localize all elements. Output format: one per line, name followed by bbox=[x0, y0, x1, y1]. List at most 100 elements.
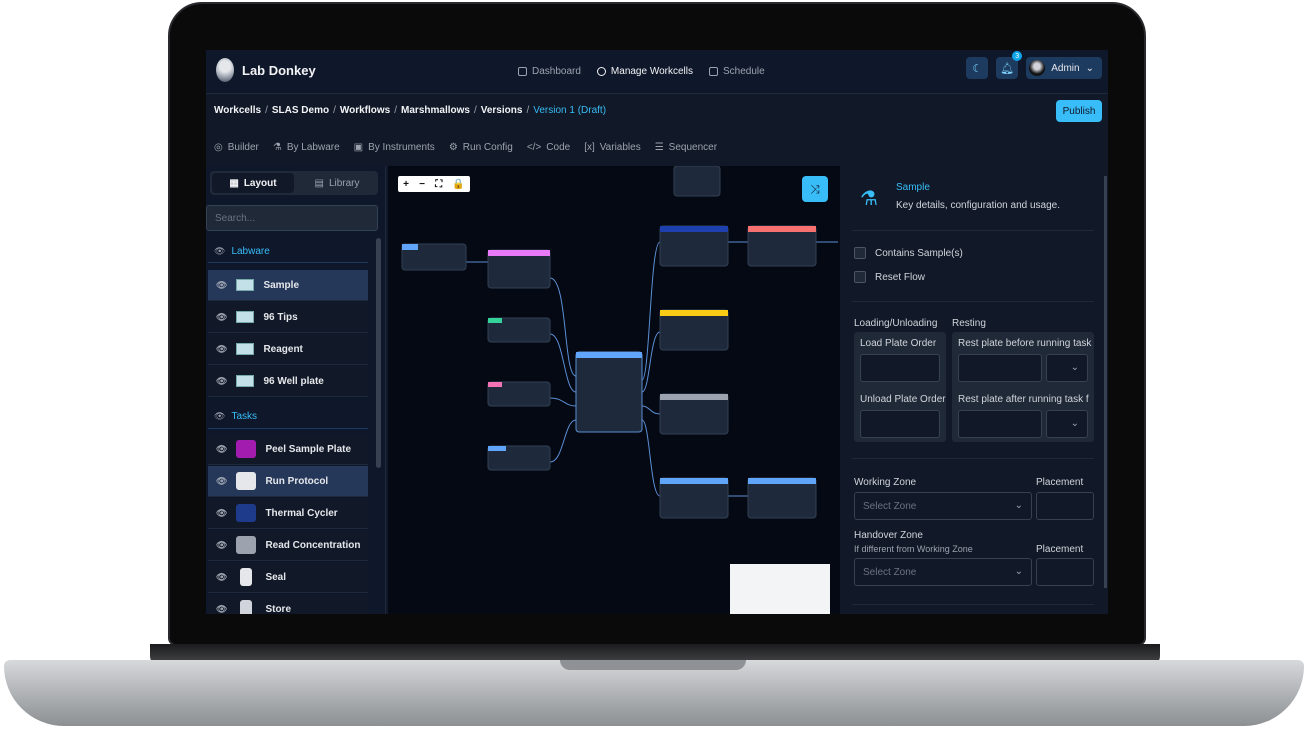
breadcrumb-versions[interactable]: Versions bbox=[481, 105, 523, 116]
tab-layout[interactable]: ▦ Layout bbox=[212, 173, 294, 193]
avatar bbox=[1029, 60, 1046, 76]
notifications-button[interactable]: 🔔︎ 3 bbox=[996, 51, 1023, 79]
tasks-heading[interactable]: 👁︎ Tasks bbox=[214, 411, 257, 422]
nav-schedule[interactable]: Schedule bbox=[709, 66, 765, 77]
left-sidebar: ▦ Layout ▤ Library Search... 👁︎ Labware 👁︎… bbox=[206, 166, 386, 614]
checkbox[interactable] bbox=[854, 271, 866, 283]
task-item-thermal-cycler[interactable]: 👁︎ Thermal Cycler bbox=[208, 498, 368, 529]
contains-samples-checkbox[interactable]: Contains Sample(s) bbox=[854, 247, 963, 259]
eye-icon[interactable]: 👁︎ bbox=[216, 312, 227, 323]
tab-sequencer[interactable]: ☰ Sequencer bbox=[655, 142, 717, 153]
eye-icon[interactable]: 👁︎ bbox=[216, 280, 227, 291]
divider bbox=[852, 458, 1094, 459]
sealer-icon bbox=[240, 568, 253, 586]
labware-item-reagent[interactable]: 👁︎ Reagent bbox=[208, 334, 368, 365]
eye-icon[interactable]: 👁︎ bbox=[216, 604, 227, 615]
workflow-graph bbox=[401, 165, 838, 519]
reset-flow-checkbox[interactable]: Reset Flow bbox=[854, 271, 925, 283]
working-zone-label: Working Zone bbox=[854, 477, 917, 488]
load-plate-order-label: Load Plate Order bbox=[860, 338, 937, 349]
thermal-cycler-icon bbox=[236, 504, 257, 522]
rest-before-unit-select[interactable]: ⌄ bbox=[1046, 354, 1088, 382]
main-nav: Dashboard Manage Workcells Schedule bbox=[518, 66, 765, 77]
eye-icon[interactable]: 👁︎ bbox=[216, 376, 227, 387]
handover-zone-select[interactable]: Select Zone ⌄ bbox=[854, 558, 1032, 586]
plate-icon bbox=[236, 343, 255, 355]
tab-by-labware[interactable]: ⚗ By Labware bbox=[273, 142, 340, 153]
eye-icon: 👁︎ bbox=[214, 411, 226, 421]
tab-code[interactable]: </> Code bbox=[527, 142, 570, 153]
tab-variables-label: Variables bbox=[599, 142, 641, 153]
eye-icon[interactable]: 👁︎ bbox=[216, 344, 227, 355]
tab-run-config[interactable]: ⚙ Run Config bbox=[449, 142, 513, 153]
properties-panel: ⚗ Sample Key details, configuration and … bbox=[842, 166, 1108, 614]
tab-library[interactable]: ▤ Library bbox=[296, 171, 378, 195]
task-item-store[interactable]: 👁︎ Store bbox=[208, 594, 368, 614]
labware-item-96-tips[interactable]: 👁︎ 96 Tips bbox=[208, 302, 368, 333]
loading-heading: Loading/Unloading bbox=[854, 318, 938, 329]
eye-icon[interactable]: 👁︎ bbox=[216, 444, 227, 455]
task-item-run-protocol[interactable]: 👁︎ Run Protocol bbox=[208, 466, 368, 497]
breadcrumb-slas-demo[interactable]: SLAS Demo bbox=[272, 105, 329, 116]
brand[interactable]: Lab Donkey bbox=[216, 58, 316, 82]
eye-icon[interactable]: 👁︎ bbox=[216, 540, 227, 551]
working-placement-input[interactable] bbox=[1036, 492, 1094, 520]
handover-placement-label: Placement bbox=[1036, 544, 1084, 555]
sidebar-scrollbar[interactable] bbox=[376, 238, 381, 468]
eye-icon[interactable]: 👁︎ bbox=[216, 572, 227, 583]
rest-before-input[interactable] bbox=[958, 354, 1042, 382]
workflow-canvas[interactable]: + − ⛶ 🔒 ⤨ bbox=[388, 165, 840, 614]
eye-icon[interactable]: 👁︎ bbox=[216, 508, 227, 519]
tab-by-instruments[interactable]: ▣ By Instruments bbox=[354, 142, 435, 153]
rest-after-input[interactable] bbox=[958, 410, 1042, 438]
eye-icon[interactable]: 👁︎ bbox=[216, 476, 227, 487]
nav-dashboard[interactable]: Dashboard bbox=[518, 66, 581, 77]
tab-variables[interactable]: [x] Variables bbox=[584, 142, 641, 153]
plate-icon bbox=[236, 311, 255, 323]
panel-scrollbar[interactable] bbox=[1104, 176, 1107, 588]
labware-item-label: 96 Tips bbox=[263, 311, 298, 323]
zoom-in-button[interactable]: + bbox=[403, 179, 409, 190]
labware-item-sample[interactable]: 👁︎ Sample bbox=[208, 270, 368, 301]
handover-zone-hint: If different from Working Zone bbox=[854, 544, 973, 554]
zoom-out-button[interactable]: − bbox=[419, 179, 425, 190]
search-input[interactable]: Search... bbox=[206, 205, 378, 231]
minimap[interactable] bbox=[730, 564, 830, 614]
code-icon: </> bbox=[526, 142, 542, 153]
task-item-peel-sample-plate[interactable]: 👁︎ Peel Sample Plate bbox=[208, 434, 368, 465]
tab-code-label: Code bbox=[546, 142, 571, 153]
top-bar: Lab Donkey Dashboard Manage Workcells Sc… bbox=[206, 50, 1108, 94]
dashboard-icon bbox=[518, 67, 527, 76]
labware-item-label: Sample bbox=[263, 279, 300, 291]
handover-placement-input[interactable] bbox=[1036, 558, 1094, 586]
labware-item-96-well-plate[interactable]: 👁︎ 96 Well plate bbox=[208, 366, 368, 397]
working-zone-select[interactable]: Select Zone ⌄ bbox=[854, 492, 1032, 520]
theme-toggle-button[interactable]: ☾ bbox=[966, 57, 989, 79]
brand-name: Lab Donkey bbox=[242, 62, 316, 78]
fit-view-button[interactable]: ⛶ bbox=[435, 179, 442, 190]
lock-button[interactable]: 🔒 bbox=[452, 179, 464, 190]
task-item-read-concentration[interactable]: 👁︎ Read Concentration bbox=[208, 530, 368, 561]
nav-manage-workcells[interactable]: Manage Workcells bbox=[596, 66, 693, 77]
breadcrumb-workflows[interactable]: Workflows bbox=[340, 105, 390, 116]
checkbox[interactable] bbox=[854, 247, 866, 259]
task-item-seal[interactable]: 👁︎ Seal bbox=[208, 562, 368, 593]
breadcrumb-marshmallows[interactable]: Marshmallows bbox=[401, 105, 470, 116]
publish-button[interactable]: Publish bbox=[1056, 100, 1102, 122]
divider bbox=[852, 230, 1094, 231]
load-plate-order-input[interactable] bbox=[860, 354, 940, 382]
user-menu-button[interactable]: Admin ⌄ bbox=[1026, 57, 1102, 79]
sequence-icon: ☰ bbox=[654, 142, 664, 153]
donkey-logo-icon bbox=[216, 58, 234, 82]
breadcrumb-workcells[interactable]: Workcells bbox=[214, 105, 261, 116]
auto-layout-button[interactable]: ⤨ bbox=[802, 176, 828, 202]
tab-builder[interactable]: ◎ Builder bbox=[214, 142, 259, 153]
breadcrumb-separator: / bbox=[265, 105, 268, 116]
chevron-down-icon: ⌄ bbox=[1070, 362, 1079, 373]
labware-heading[interactable]: 👁︎ Labware bbox=[214, 246, 270, 257]
task-item-label: Run Protocol bbox=[265, 475, 329, 487]
rest-after-unit-select[interactable]: ⌄ bbox=[1046, 410, 1088, 438]
view-toolbar: ◎ Builder ⚗ By Labware ▣ By Instruments ⚙ Ru… bbox=[214, 142, 717, 153]
gear-icon: ⚙ bbox=[448, 142, 458, 153]
unload-plate-order-input[interactable] bbox=[860, 410, 940, 438]
